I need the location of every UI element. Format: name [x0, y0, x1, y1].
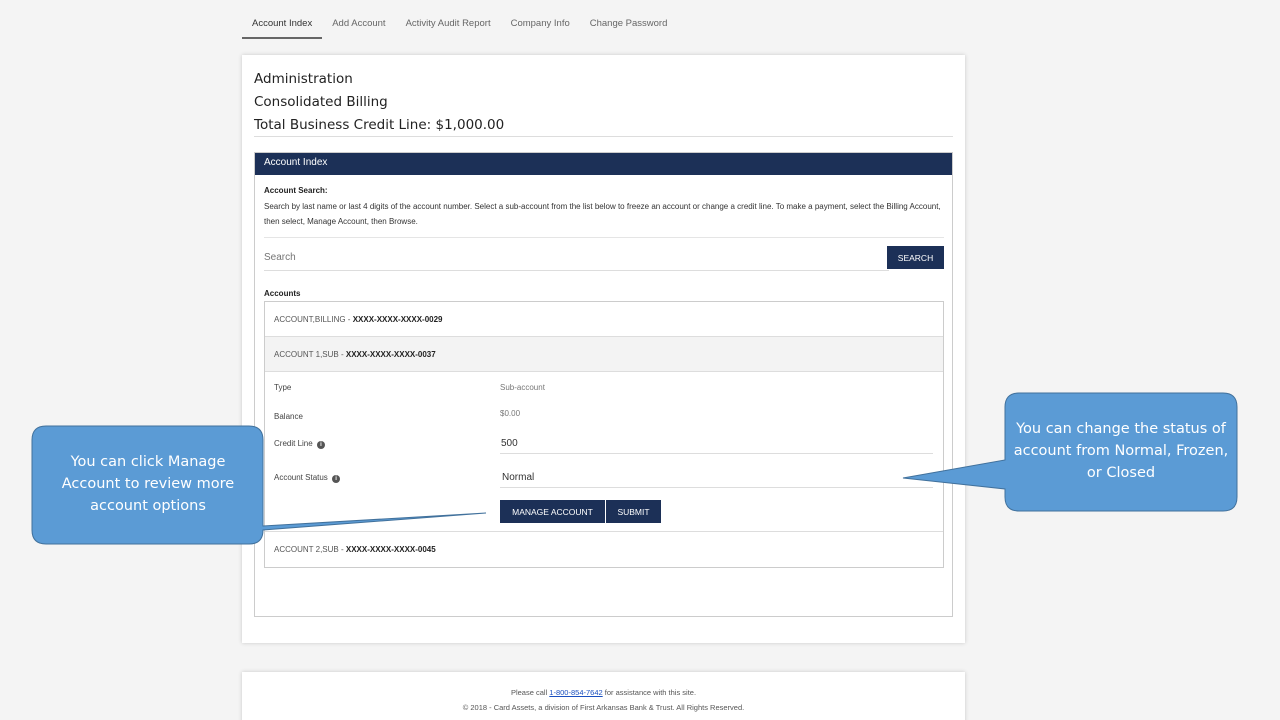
- footer-call-prefix: Please call: [510, 688, 550, 697]
- credit-line-label: Credit Line i: [274, 439, 325, 449]
- tab-add-account[interactable]: Add Account: [322, 12, 395, 39]
- submit-button[interactable]: SUBMIT: [606, 500, 661, 523]
- total-credit-line: Total Business Credit Line: $1,000.00: [254, 117, 505, 133]
- page-title: Administration: [254, 71, 353, 87]
- manage-account-button[interactable]: MANAGE ACCOUNT: [500, 500, 605, 523]
- info-icon[interactable]: i: [332, 475, 341, 483]
- account-number: XXXX-XXXX-XXXX-0029: [352, 315, 443, 324]
- header-divider: [254, 136, 953, 137]
- tab-change-password[interactable]: Change Password: [580, 12, 678, 39]
- search-title: Account Search:: [264, 186, 328, 195]
- page-subtitle: Consolidated Billing: [254, 94, 388, 110]
- account-name: ACCOUNT,BILLING -: [274, 315, 353, 324]
- main-card: Administration Consolidated Billing Tota…: [242, 55, 965, 643]
- search-description: Search by last name or last 4 digits of …: [264, 202, 941, 226]
- footer-assistance: Please call 1-800-854-7642 for assistanc…: [242, 688, 965, 697]
- tab-activity-audit-report[interactable]: Activity Audit Report: [396, 12, 501, 39]
- tab-company-info[interactable]: Company Info: [501, 12, 580, 39]
- balance-label: Balance: [274, 412, 303, 421]
- footer-copyright: © 2018 - Card Assets, a division of Firs…: [462, 703, 745, 712]
- divider: [264, 237, 944, 238]
- footer-call-suffix: for assistance with this site.: [602, 688, 697, 697]
- callout-left-text: You can click Manage Account to review m…: [61, 454, 235, 514]
- account-number: XXXX-XXXX-XXXX-0045: [345, 545, 436, 554]
- balance-value: $0.00: [500, 409, 521, 418]
- account-detail: Type Sub-account Balance $0.00 Credit Li…: [265, 372, 943, 532]
- search-underline: [264, 270, 889, 271]
- credit-line-label-text: Credit Line: [274, 439, 313, 448]
- account-number: XXXX-XXXX-XXXX-0037: [345, 350, 436, 359]
- account-name: ACCOUNT 1,SUB -: [274, 350, 346, 359]
- accounts-label: Accounts: [264, 289, 301, 298]
- search-input[interactable]: [264, 247, 884, 267]
- top-nav: Account Index Add Account Activity Audit…: [242, 12, 677, 40]
- account-index-panel: Account Index Account Search: Search by …: [254, 152, 953, 617]
- account-name: ACCOUNT 2,SUB -: [274, 545, 346, 554]
- account-status-select[interactable]: [500, 468, 933, 488]
- callout-right-text: You can change the status of account fro…: [1013, 421, 1229, 481]
- footer: Please call 1-800-854-7642 for assistanc…: [242, 672, 965, 720]
- credit-line-input[interactable]: [500, 434, 933, 454]
- account-status-label: Account Status i: [274, 473, 341, 483]
- info-icon[interactable]: i: [316, 441, 325, 449]
- phone-link[interactable]: 1-800-854-7642: [549, 688, 602, 697]
- tab-account-index[interactable]: Account Index: [242, 12, 323, 39]
- account-row-sub-1[interactable]: ACCOUNT 1,SUB - XXXX-XXXX-XXXX-0037: [265, 337, 943, 372]
- panel-header: Account Index: [255, 153, 952, 175]
- account-row-billing[interactable]: ACCOUNT,BILLING - XXXX-XXXX-XXXX-0029: [265, 302, 943, 337]
- type-label: Type: [274, 383, 292, 392]
- search-button[interactable]: SEARCH: [887, 246, 944, 269]
- account-status-label-text: Account Status: [274, 473, 328, 482]
- type-value: Sub-account: [500, 383, 545, 392]
- account-row-sub-2[interactable]: ACCOUNT 2,SUB - XXXX-XXXX-XXXX-0045: [265, 532, 943, 567]
- accounts-list: ACCOUNT,BILLING - XXXX-XXXX-XXXX-0029 AC…: [264, 301, 944, 568]
